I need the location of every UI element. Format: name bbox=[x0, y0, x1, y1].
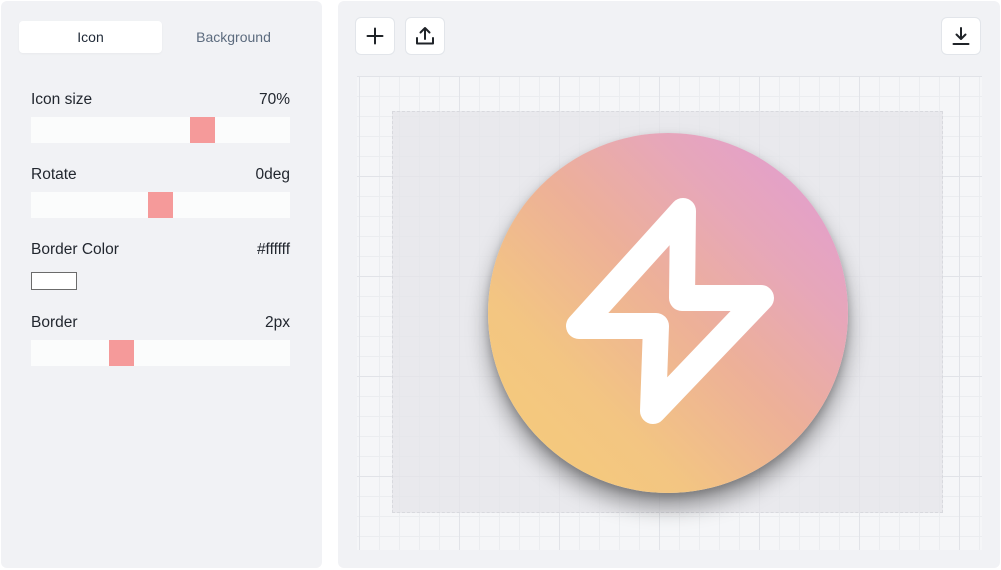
border-slider-thumb[interactable] bbox=[109, 340, 134, 366]
icon-size-control: Icon size 70% bbox=[31, 91, 290, 143]
tab-bar: Icon Background bbox=[19, 21, 305, 55]
upload-icon bbox=[416, 27, 434, 45]
border-value: 2px bbox=[265, 314, 290, 331]
icon-preview[interactable] bbox=[488, 133, 848, 493]
plus-icon bbox=[366, 27, 384, 45]
border-color-label: Border Color bbox=[31, 241, 119, 258]
lightning-bolt-icon bbox=[566, 198, 774, 424]
border-color-control: Border Color #ffffff bbox=[31, 241, 290, 290]
border-color-swatch[interactable] bbox=[31, 272, 77, 290]
tab-background[interactable]: Background bbox=[162, 21, 305, 53]
tab-icon[interactable]: Icon bbox=[19, 21, 162, 53]
download-icon bbox=[952, 27, 970, 45]
border-control: Border 2px bbox=[31, 314, 290, 366]
icon-size-label: Icon size bbox=[31, 91, 93, 108]
border-label: Border bbox=[31, 314, 78, 331]
upload-button[interactable] bbox=[405, 17, 445, 55]
rotate-control: Rotate 0deg bbox=[31, 166, 290, 218]
icon-size-value: 70% bbox=[258, 91, 290, 108]
border-color-value: #ffffff bbox=[256, 241, 290, 258]
add-button[interactable] bbox=[355, 17, 395, 55]
rotate-slider-thumb[interactable] bbox=[148, 192, 173, 218]
rotate-slider[interactable] bbox=[31, 192, 290, 218]
download-button[interactable] bbox=[941, 17, 981, 55]
rotate-label: Rotate bbox=[31, 166, 77, 183]
icon-size-slider[interactable] bbox=[31, 117, 290, 143]
icon-size-slider-thumb[interactable] bbox=[190, 117, 215, 143]
rotate-value: 0deg bbox=[255, 166, 290, 183]
border-slider[interactable] bbox=[31, 340, 290, 366]
